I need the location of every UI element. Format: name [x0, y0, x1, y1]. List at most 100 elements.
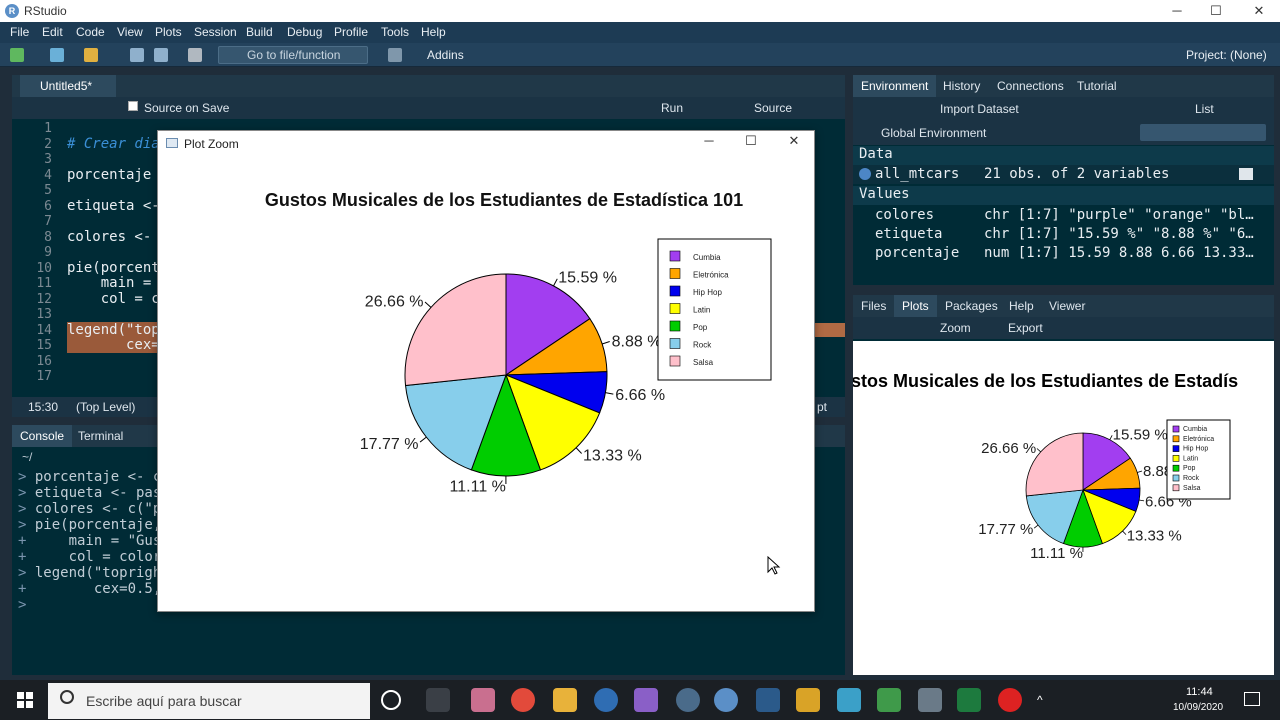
legend-label: Rock — [1183, 475, 1199, 482]
zoom-maximize-button[interactable]: ☐ — [740, 131, 762, 151]
expand-icon[interactable] — [859, 168, 871, 180]
tray-chevron-icon[interactable]: ^ — [1037, 693, 1043, 707]
chrome-icon[interactable] — [511, 688, 535, 712]
legend-label: Hip Hop — [1183, 446, 1208, 453]
terminal-tab-label: Terminal — [78, 429, 124, 443]
env-row-porcentaje[interactable]: porcentaje num [1:7] 15.59 8.88 6.66 13.… — [853, 244, 1274, 263]
pie-label: 26.66 % — [365, 293, 424, 310]
zoom-minimize-button[interactable]: ─ — [698, 131, 720, 151]
app-icon-9[interactable] — [918, 688, 942, 712]
workspace-panes-icon[interactable] — [388, 48, 402, 62]
tab-console[interactable]: Console — [12, 425, 73, 447]
app-icon-2[interactable] — [594, 688, 618, 712]
addins-menu[interactable]: Addins — [427, 48, 464, 62]
tab-terminal[interactable]: Terminal — [70, 425, 131, 447]
import-dataset-button[interactable]: Import Dataset — [940, 102, 1019, 116]
tab-untitled5[interactable]: Untitled5* — [20, 75, 116, 97]
zoom-close-button[interactable]: ✕ — [783, 131, 805, 151]
tutorial-tab-label: Tutorial — [1077, 79, 1117, 93]
tab-environment[interactable]: Environment — [853, 75, 937, 97]
export-button[interactable]: Export — [1008, 321, 1043, 335]
tab-history[interactable]: History — [935, 75, 988, 97]
task-view-icon[interactable] — [426, 688, 450, 712]
app-icon-1[interactable] — [471, 688, 495, 712]
new-project-icon[interactable] — [50, 48, 64, 62]
tab-packages[interactable]: Packages — [937, 295, 1006, 317]
tab-plots[interactable]: Plots — [894, 295, 937, 317]
menu-view[interactable]: View — [117, 25, 143, 39]
env-row-colores[interactable]: colores chr [1:7] "purple" "orange" "bl… — [853, 206, 1274, 225]
menu-profile[interactable]: Profile — [334, 25, 368, 39]
file-type[interactable]: pt — [817, 400, 827, 414]
app-icon-7[interactable] — [837, 688, 861, 712]
line-number: 3 — [44, 152, 52, 167]
record-icon[interactable] — [998, 688, 1022, 712]
windows-start-icon[interactable] — [17, 692, 33, 708]
excel-icon[interactable] — [957, 688, 981, 712]
code-line: porcentaje — [67, 166, 152, 183]
tab-viewer[interactable]: Viewer — [1041, 295, 1093, 317]
console-line: > pie(porcentaje, — [18, 517, 161, 533]
console-text: etiqueta <- pas — [34, 485, 162, 501]
tab-tutorial[interactable]: Tutorial — [1069, 75, 1125, 97]
project-menu[interactable]: Project: (None) — [1186, 48, 1267, 62]
tab-files[interactable]: Files — [853, 295, 894, 317]
file-explorer-icon[interactable] — [553, 688, 577, 712]
pie-slice-salsa — [404, 273, 507, 387]
close-window-button[interactable]: ✕ — [1248, 1, 1270, 21]
menu-plots[interactable]: Plots — [155, 25, 182, 39]
menu-session[interactable]: Session — [194, 25, 237, 39]
legend-label: Eletrónica — [1183, 436, 1214, 443]
source-on-save-checkbox[interactable] — [128, 101, 138, 111]
app-icon-3[interactable] — [634, 688, 658, 712]
app-icon-5[interactable] — [756, 688, 780, 712]
menu-file[interactable]: File — [10, 25, 29, 39]
maximize-button[interactable]: ☐ — [1205, 1, 1227, 21]
menu-tools[interactable]: Tools — [381, 25, 409, 39]
save-all-icon[interactable] — [154, 48, 168, 62]
menu-debug[interactable]: Debug — [287, 25, 322, 39]
global-environment-select[interactable]: Global Environment — [881, 126, 986, 140]
notifications-icon[interactable] — [1244, 692, 1260, 706]
windows-taskbar: Escribe aquí para buscar ^ 11:44 10/09/2… — [0, 680, 1280, 720]
app-icon-4[interactable] — [676, 688, 700, 712]
app-icon-6[interactable] — [796, 688, 820, 712]
line-number: 16 — [36, 353, 52, 369]
list-view-button[interactable]: List — [1195, 102, 1214, 116]
run-button[interactable]: Run — [661, 101, 683, 115]
menu-build[interactable]: Build — [246, 25, 273, 39]
app-icon-8[interactable] — [877, 688, 901, 712]
pie-tick — [1122, 530, 1127, 535]
tab-help[interactable]: Help — [1001, 295, 1042, 317]
code-line: main = — [67, 275, 160, 291]
menu-code[interactable]: Code — [76, 25, 105, 39]
source-button[interactable]: Source — [754, 101, 792, 115]
new-file-icon[interactable] — [10, 48, 24, 62]
console-line: > colores <- c("p — [18, 501, 161, 517]
pie-tick — [419, 436, 427, 443]
console-text: cex=0.5, — [34, 581, 162, 597]
menu-edit[interactable]: Edit — [42, 25, 63, 39]
minimize-button[interactable]: ─ — [1166, 1, 1188, 21]
main-toolbar: Go to file/function Addins Project: (Non… — [0, 43, 1280, 67]
tab-connections[interactable]: Connections — [989, 75, 1072, 97]
taskbar-search-input[interactable]: Escribe aquí para buscar — [48, 683, 370, 719]
menu-help[interactable]: Help — [421, 25, 446, 39]
open-file-icon[interactable] — [84, 48, 98, 62]
goto-file-input[interactable]: Go to file/function — [218, 46, 368, 64]
line-number: 8 — [44, 229, 52, 245]
print-icon[interactable] — [188, 48, 202, 62]
environment-search-input[interactable] — [1140, 124, 1266, 141]
clock-date[interactable]: 10/09/2020 — [1173, 702, 1223, 713]
pie-label: 11.11 % — [1030, 545, 1083, 562]
code-line: etiqueta <- — [67, 197, 160, 214]
cortana-icon[interactable] — [381, 690, 401, 710]
zoom-button[interactable]: Zoom — [940, 321, 971, 335]
env-row-all-mtcars[interactable]: all_mtcars 21 obs. of 2 variables — [853, 165, 1274, 184]
view-data-icon[interactable] — [1239, 168, 1253, 180]
clock-time[interactable]: 11:44 — [1186, 686, 1213, 698]
scope-selector[interactable]: (Top Level) — [76, 400, 135, 414]
rstudio-taskbar-icon[interactable] — [714, 688, 738, 712]
env-row-etiqueta[interactable]: etiqueta chr [1:7] "15.59 %" "8.88 %" "6… — [853, 225, 1274, 244]
save-icon[interactable] — [130, 48, 144, 62]
